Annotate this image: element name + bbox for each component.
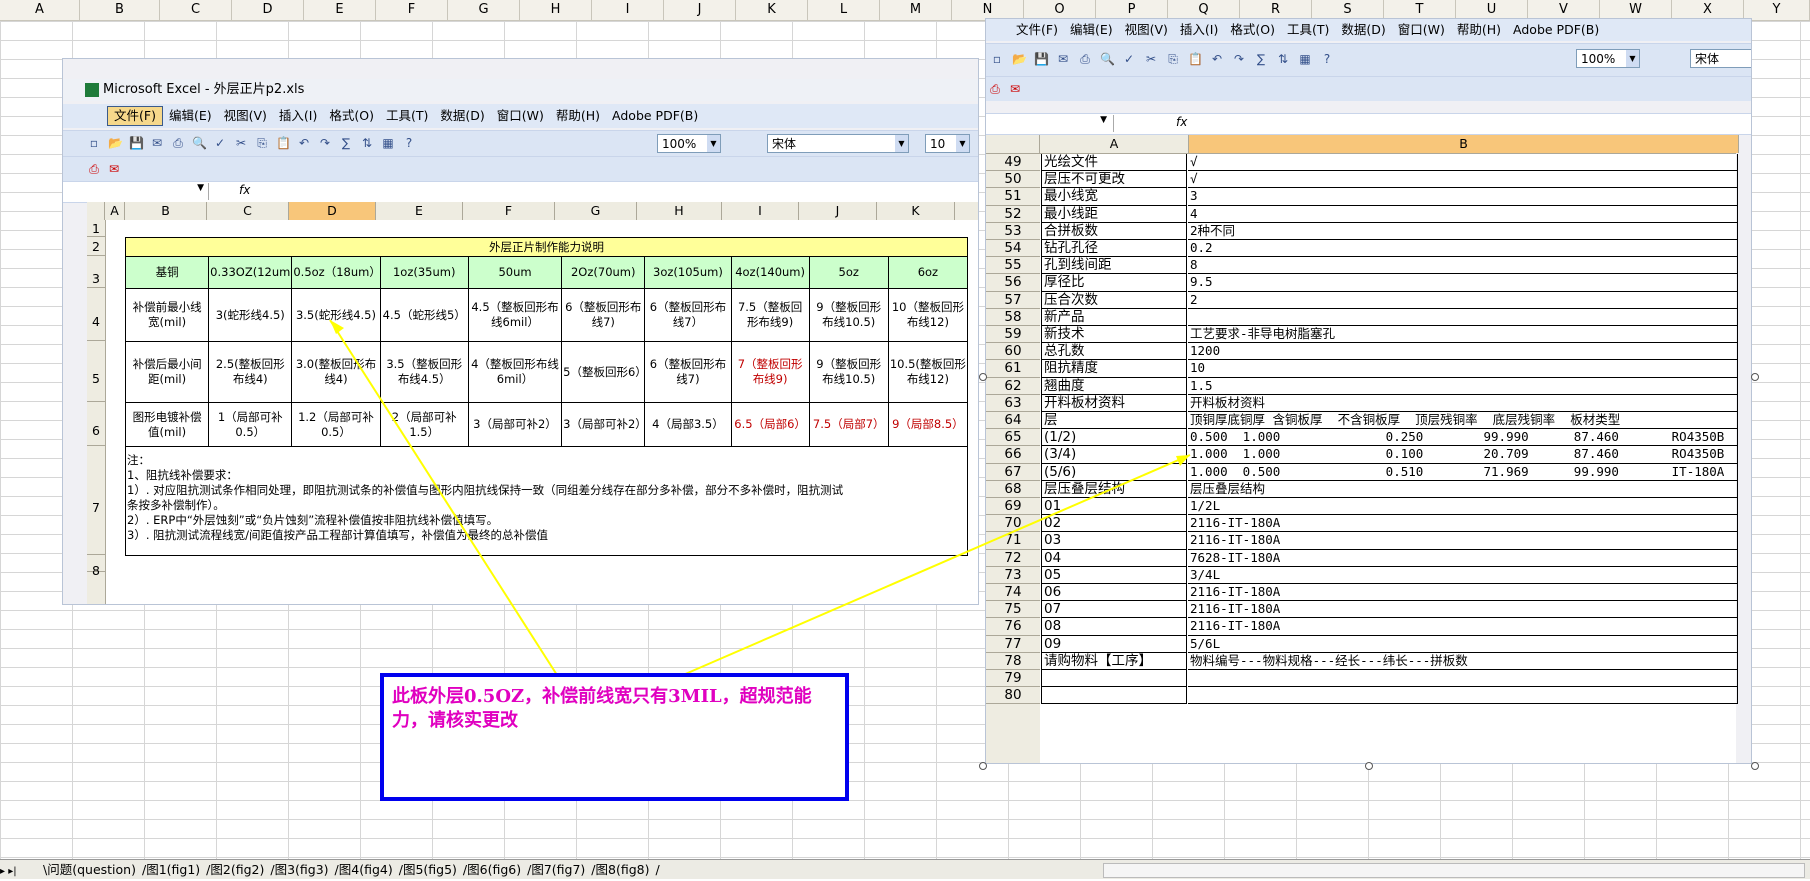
sheet-tab[interactable]: /图6(fig6): [460, 860, 524, 879]
sheet-tab[interactable]: /图2(fig2): [203, 860, 267, 879]
sheet-tab[interactable]: /图3(fig3): [267, 860, 331, 879]
sheet-tab[interactable]: /图4(fig4): [332, 860, 396, 879]
callout-text: 此板外层0.5OZ，补偿前线宽只有3MIL，超规范能力，请核实更改: [392, 686, 812, 731]
arrow-head-sheet: [1176, 455, 1190, 466]
sheet-tab-bar: ▸ ▸| \问题(question)/图1(fig1)/图2(fig2)/图3(f…: [0, 859, 1810, 879]
arrow-head-table: [330, 320, 344, 334]
arrow-line-to-table: [329, 319, 558, 676]
sheet-tab[interactable]: /图8(fig8): [588, 860, 652, 879]
horizontal-scrollbar[interactable]: [1103, 863, 1805, 878]
sheet-tab[interactable]: /图7(fig7): [524, 860, 588, 879]
sheet-tab[interactable]: /图5(fig5): [396, 860, 460, 879]
tab-end: /: [655, 862, 660, 877]
annotation-arrows: [329, 319, 1191, 676]
tab-scroll-arrows-icon[interactable]: ▸ ▸|: [0, 862, 40, 881]
sheet-tab[interactable]: /图1(fig1): [139, 860, 203, 879]
comment-callout[interactable]: 此板外层0.5OZ，补偿前线宽只有3MIL，超规范能力，请核实更改: [380, 673, 849, 801]
sheet-tab[interactable]: \问题(question): [40, 860, 139, 879]
arrow-line-to-sheet: [682, 454, 1191, 676]
